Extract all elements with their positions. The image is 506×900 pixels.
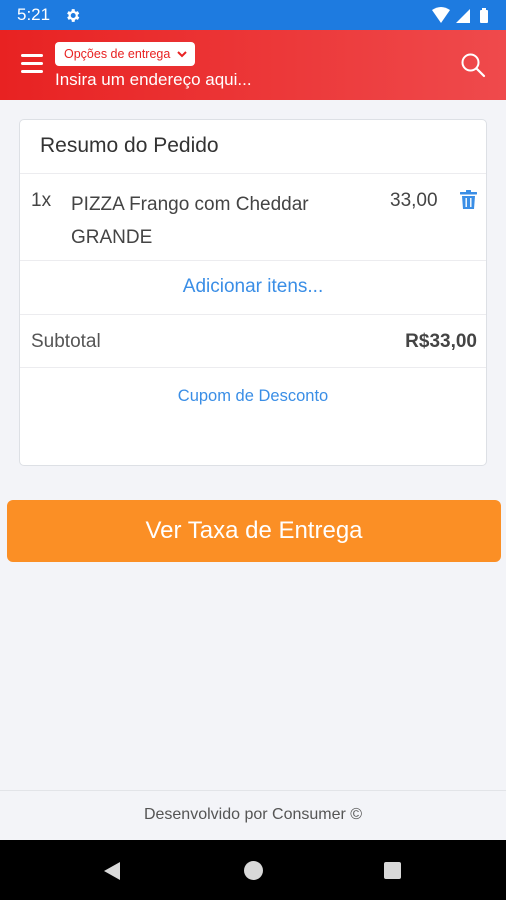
status-time: 5:21 [17, 5, 51, 24]
recent-apps-icon[interactable] [384, 862, 401, 879]
view-delivery-fee-button[interactable]: Ver Taxa de Entrega [7, 500, 501, 562]
menu-icon[interactable] [21, 54, 43, 74]
app-header: Opções de entrega Insira um endereço aqu… [0, 30, 506, 100]
item-price: 33,00 [390, 190, 438, 211]
footer-credit: Desenvolvido por Consumer © [0, 790, 506, 840]
order-summary-title: Resumo do Pedido [40, 134, 219, 157]
status-bar: 5:21 [0, 0, 506, 30]
divider [20, 314, 486, 315]
connectivity-battery-icons [432, 7, 488, 23]
item-quantity: 1x [31, 190, 52, 211]
address-input[interactable]: Insira um endereço aqui... [55, 70, 252, 90]
chevron-down-icon [177, 51, 187, 58]
search-icon[interactable] [460, 52, 486, 78]
discount-coupon-link[interactable]: Cupom de Desconto [20, 387, 486, 406]
divider [20, 173, 486, 174]
trash-icon[interactable] [460, 190, 477, 210]
back-icon[interactable] [102, 861, 122, 881]
item-name: PIZZA Frango com Cheddar GRANDE [71, 194, 309, 248]
settings-icon [67, 9, 80, 22]
signal-icon [456, 9, 470, 23]
battery-icon [480, 8, 488, 23]
wifi-icon [432, 7, 450, 23]
home-icon[interactable] [244, 861, 263, 880]
subtotal-label: Subtotal [31, 331, 101, 352]
divider [20, 260, 486, 261]
delivery-options-label: Opções de entrega [64, 47, 171, 61]
divider [20, 367, 486, 368]
subtotal-value: R$33,00 [405, 331, 477, 352]
delivery-options-dropdown[interactable]: Opções de entrega [55, 42, 195, 66]
add-items-link[interactable]: Adicionar itens... [20, 276, 486, 298]
order-summary-card: Resumo do Pedido 1x PIZZA Frango com Che… [19, 119, 487, 466]
system-nav-bar [0, 840, 506, 900]
